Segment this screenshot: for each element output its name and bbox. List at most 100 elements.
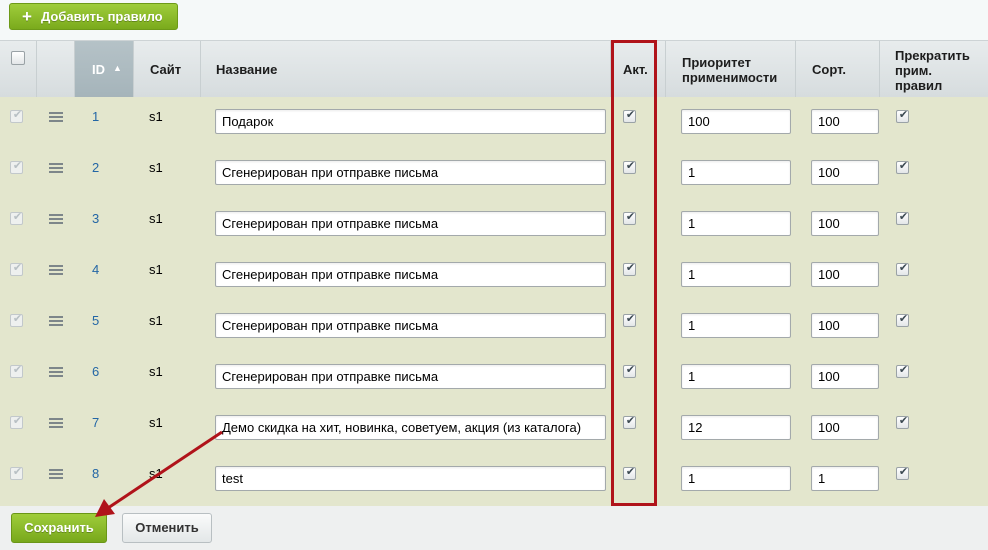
rule-id-link[interactable]: 7 xyxy=(92,415,99,430)
header-sort-label: Сорт. xyxy=(812,62,846,77)
rule-sort-input[interactable]: 100 xyxy=(811,262,879,287)
header-id[interactable]: ID ▲ xyxy=(75,41,134,98)
row-select-checkbox[interactable]: ✔ xyxy=(10,262,23,276)
rule-active-checkbox[interactable]: ✔ xyxy=(623,160,636,174)
checkmark-icon: ✔ xyxy=(12,262,23,274)
rule-site: s1 xyxy=(149,262,163,277)
menu-icon[interactable] xyxy=(49,418,63,428)
checkmark-icon: ✔ xyxy=(898,313,909,325)
rule-id-link[interactable]: 5 xyxy=(92,313,99,328)
row-select-checkbox[interactable]: ✔ xyxy=(10,466,23,480)
select-all-checkbox[interactable] xyxy=(11,51,25,65)
rule-site: s1 xyxy=(149,109,163,124)
rule-id-link[interactable]: 4 xyxy=(92,262,99,277)
rule-active-checkbox[interactable]: ✔ xyxy=(623,313,636,327)
menu-icon[interactable] xyxy=(49,214,63,224)
checkmark-icon: ✔ xyxy=(12,211,23,223)
cancel-button[interactable]: Отменить xyxy=(122,513,212,543)
rule-stop-checkbox[interactable]: ✔ xyxy=(896,466,909,480)
rule-stop-checkbox[interactable]: ✔ xyxy=(896,364,909,378)
rule-stop-checkbox[interactable]: ✔ xyxy=(896,313,909,327)
rule-name-input[interactable]: Сгенерирован при отправке письма xyxy=(215,160,606,185)
rule-active-checkbox[interactable]: ✔ xyxy=(623,364,636,378)
menu-icon[interactable] xyxy=(49,112,63,122)
rule-priority-input[interactable]: 1 xyxy=(681,466,791,491)
header-name-label: Название xyxy=(216,62,278,77)
rule-id-link[interactable]: 6 xyxy=(92,364,99,379)
menu-icon[interactable] xyxy=(49,316,63,326)
rule-name-input[interactable]: Сгенерирован при отправке письма xyxy=(215,262,606,287)
rule-id-link[interactable]: 8 xyxy=(92,466,99,481)
rule-priority-input[interactable]: 1 xyxy=(681,364,791,389)
header-site-label: Сайт xyxy=(150,62,182,77)
rule-name-input[interactable]: Демо скидка на хит, новинка, советуем, а… xyxy=(215,415,606,440)
row-select-checkbox[interactable]: ✔ xyxy=(10,211,23,225)
rule-active-checkbox[interactable]: ✔ xyxy=(623,466,636,480)
rule-stop-checkbox[interactable]: ✔ xyxy=(896,109,909,123)
rule-site: s1 xyxy=(149,415,163,430)
rule-sort-input[interactable]: 100 xyxy=(811,211,879,236)
row-select-checkbox[interactable]: ✔ xyxy=(10,109,23,123)
checkmark-icon: ✔ xyxy=(625,109,636,121)
rule-priority-input[interactable]: 1 xyxy=(681,160,791,185)
rule-priority-input[interactable]: 1 xyxy=(681,211,791,236)
rule-sort-input[interactable]: 100 xyxy=(811,313,879,338)
rule-priority-input[interactable]: 1 xyxy=(681,313,791,338)
header-name[interactable]: Название xyxy=(201,41,611,98)
header-priority[interactable]: Приоритет применимости xyxy=(666,41,796,98)
rule-name-input[interactable]: Подарок xyxy=(215,109,606,134)
rule-active-checkbox[interactable]: ✔ xyxy=(623,109,636,123)
row-select-checkbox[interactable]: ✔ xyxy=(10,364,23,378)
rule-priority-input[interactable]: 12 xyxy=(681,415,791,440)
rule-sort-input[interactable]: 100 xyxy=(811,160,879,185)
checkmark-icon: ✔ xyxy=(898,364,909,376)
checkmark-icon: ✔ xyxy=(12,313,23,325)
rule-sort-input[interactable]: 1 xyxy=(811,466,879,491)
checkmark-icon: ✔ xyxy=(898,109,909,121)
rule-active-checkbox[interactable]: ✔ xyxy=(623,211,636,225)
plus-icon: + xyxy=(22,7,32,26)
row-select-checkbox[interactable]: ✔ xyxy=(10,415,23,429)
rule-id-link[interactable]: 3 xyxy=(92,211,99,226)
rule-sort-input[interactable]: 100 xyxy=(811,415,879,440)
rule-active-checkbox[interactable]: ✔ xyxy=(623,262,636,276)
rule-name-input[interactable]: Сгенерирован при отправке письма xyxy=(215,211,606,236)
rule-name-input[interactable]: Сгенерирован при отправке письма xyxy=(215,364,606,389)
rule-id-link[interactable]: 1 xyxy=(92,109,99,124)
header-active[interactable]: Акт. xyxy=(611,41,666,98)
menu-icon[interactable] xyxy=(49,367,63,377)
menu-icon[interactable] xyxy=(49,163,63,173)
rule-id-link[interactable]: 2 xyxy=(92,160,99,175)
row-select-checkbox[interactable]: ✔ xyxy=(10,160,23,174)
table-row: ✔ 2 s1 Сгенерирован при отправке письма ✔ 1 10… xyxy=(0,148,988,199)
save-button[interactable]: Сохранить xyxy=(11,513,107,543)
menu-icon[interactable] xyxy=(49,469,63,479)
header-stop-line3: правил xyxy=(895,78,943,93)
rule-name-input[interactable]: test xyxy=(215,466,606,491)
rule-sort-input[interactable]: 100 xyxy=(811,364,879,389)
checkmark-icon: ✔ xyxy=(898,211,909,223)
menu-icon[interactable] xyxy=(49,265,63,275)
rule-stop-checkbox[interactable]: ✔ xyxy=(896,262,909,276)
add-rule-button[interactable]: + Добавить правило xyxy=(9,3,178,30)
rule-active-checkbox[interactable]: ✔ xyxy=(623,415,636,429)
checkmark-icon: ✔ xyxy=(625,364,636,376)
header-id-label: ID xyxy=(92,62,105,77)
sort-asc-icon: ▲ xyxy=(113,63,122,73)
header-sort[interactable]: Сорт. xyxy=(796,41,880,98)
rule-site: s1 xyxy=(149,211,163,226)
checkmark-icon: ✔ xyxy=(12,466,23,478)
checkmark-icon: ✔ xyxy=(898,262,909,274)
rule-stop-checkbox[interactable]: ✔ xyxy=(896,415,909,429)
rule-priority-input[interactable]: 100 xyxy=(681,109,791,134)
rule-sort-input[interactable]: 100 xyxy=(811,109,879,134)
checkmark-icon: ✔ xyxy=(12,160,23,172)
header-stop[interactable]: Прекратить прим. правил xyxy=(880,41,988,98)
rule-name-input[interactable]: Сгенерирован при отправке письма xyxy=(215,313,606,338)
rule-stop-checkbox[interactable]: ✔ xyxy=(896,160,909,174)
rule-site: s1 xyxy=(149,313,163,328)
header-site[interactable]: Сайт xyxy=(134,41,201,98)
row-select-checkbox[interactable]: ✔ xyxy=(10,313,23,327)
rule-priority-input[interactable]: 1 xyxy=(681,262,791,287)
rule-stop-checkbox[interactable]: ✔ xyxy=(896,211,909,225)
